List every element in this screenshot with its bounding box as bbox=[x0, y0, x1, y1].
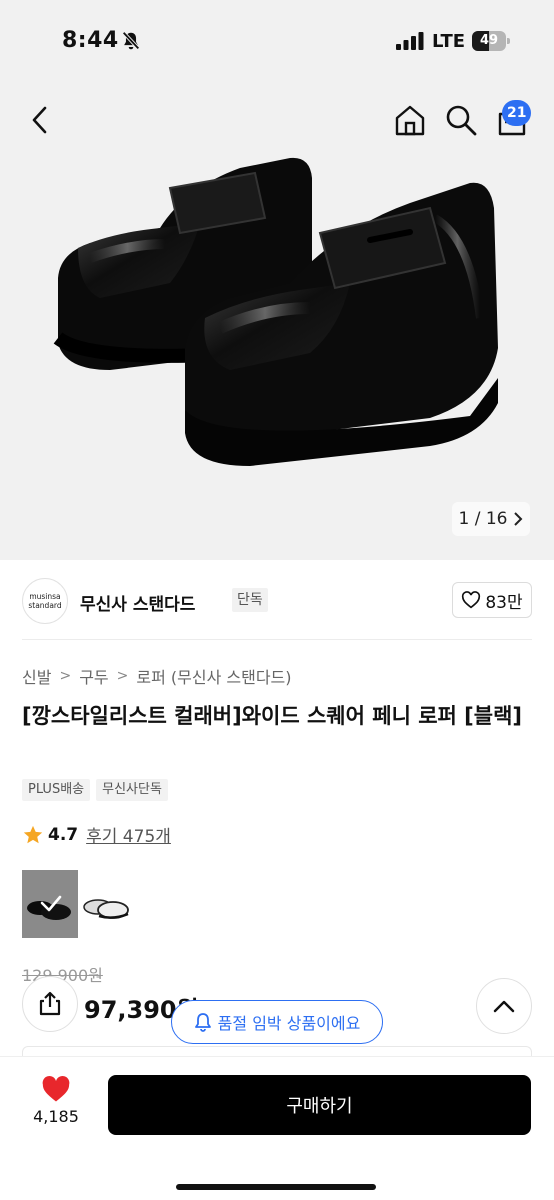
brand-logo-line2: standard bbox=[28, 601, 62, 610]
bell-off-icon bbox=[122, 31, 140, 50]
color-option-black[interactable] bbox=[22, 870, 78, 938]
wishlist-count: 4,185 bbox=[33, 1107, 79, 1126]
battery-level: 49 bbox=[479, 33, 499, 48]
share-button[interactable] bbox=[22, 976, 78, 1032]
breadcrumb-separator: > bbox=[116, 668, 129, 684]
tag-exclusive: 무신사단독 bbox=[96, 779, 168, 801]
product-image-gallery[interactable]: 21 1 / 16 bbox=[0, 84, 554, 560]
home-indicator bbox=[176, 1184, 376, 1190]
cart-count-badge: 21 bbox=[502, 100, 532, 126]
brand-name[interactable]: 무신사 스탠다드 bbox=[80, 590, 195, 615]
low-stock-text: 품절 임박 상품이에요 bbox=[217, 1014, 361, 1033]
low-stock-notice: 품절 임박 상품이에요 bbox=[171, 1000, 383, 1044]
network-label: LTE bbox=[432, 31, 466, 52]
breadcrumb-item[interactable]: 로퍼 (무신사 스탠다드) bbox=[136, 664, 291, 688]
heart-outline-icon bbox=[462, 591, 481, 609]
product-tags: PLUS배송 무신사단독 bbox=[22, 779, 168, 801]
brand-logo-line1: musinsa bbox=[29, 592, 61, 601]
gallery-pager[interactable]: 1 / 16 bbox=[452, 502, 530, 536]
brand-like-count: 83만 bbox=[485, 592, 523, 613]
buy-button-label: 구매하기 bbox=[286, 1096, 353, 1117]
breadcrumb-separator: > bbox=[59, 668, 72, 684]
rating-row: 4.7 후기 475개 bbox=[22, 822, 171, 847]
chevron-left-icon bbox=[32, 106, 47, 134]
color-options bbox=[22, 870, 134, 938]
brand-row: musinsa standard 무신사 스탠다드 단독 83만 bbox=[22, 578, 532, 624]
battery-icon: 49 bbox=[472, 31, 510, 51]
rating-value: 4.7 bbox=[48, 824, 79, 845]
product-image bbox=[53, 157, 498, 466]
brand-like-button[interactable]: 83만 bbox=[452, 582, 532, 618]
bell-icon bbox=[194, 1013, 211, 1032]
product-title: [깡스타일리스트 컬래버]와이드 스퀘어 페니 로퍼 [블랙] bbox=[22, 704, 522, 728]
breadcrumb: 신발 > 구두 > 로퍼 (무신사 스탠다드) bbox=[22, 664, 292, 688]
tag-plus-delivery: PLUS배송 bbox=[22, 779, 91, 801]
divider bbox=[22, 639, 532, 640]
breadcrumb-item[interactable]: 신발 bbox=[22, 664, 51, 688]
scroll-to-top-button[interactable] bbox=[476, 978, 532, 1034]
exclusive-badge: 단독 bbox=[232, 588, 268, 612]
review-link[interactable]: 후기 475개 bbox=[86, 822, 171, 847]
status-bar: 8:44 LTE 49 bbox=[0, 0, 554, 84]
signal-icon bbox=[396, 32, 424, 50]
heart-filled-icon bbox=[42, 1076, 70, 1102]
gallery-counter: 1 / 16 bbox=[458, 509, 508, 529]
status-time: 8:44 bbox=[62, 28, 119, 53]
back-button[interactable] bbox=[22, 102, 58, 138]
wishlist-button[interactable]: 4,185 bbox=[22, 1075, 90, 1145]
chevron-up-icon bbox=[493, 1000, 515, 1013]
share-icon bbox=[39, 991, 61, 1016]
search-icon[interactable] bbox=[443, 102, 479, 138]
bottom-purchase-bar: 4,185 구매하기 bbox=[0, 1056, 554, 1200]
star-icon bbox=[23, 825, 43, 843]
buy-button[interactable]: 구매하기 bbox=[108, 1075, 531, 1135]
chevron-right-icon bbox=[514, 512, 523, 526]
breadcrumb-item[interactable]: 구두 bbox=[79, 664, 108, 688]
brand-logo[interactable]: musinsa standard bbox=[22, 578, 68, 624]
color-option-white[interactable] bbox=[78, 870, 134, 938]
home-icon[interactable] bbox=[392, 102, 428, 138]
